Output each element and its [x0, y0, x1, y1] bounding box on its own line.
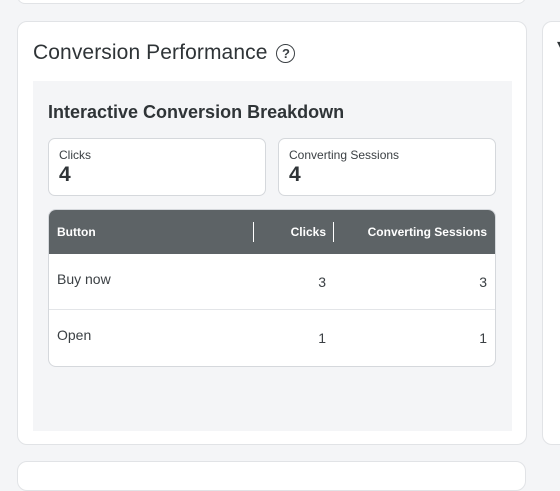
clicks-stat-card: Clicks 4	[48, 138, 266, 196]
row-button-cell: Open	[57, 327, 92, 343]
row-button-cell: Buy now	[57, 270, 111, 287]
row-clicks-cell: 1	[318, 330, 326, 346]
table-row: Open 1 1	[49, 310, 495, 366]
table-header: Button Clicks Converting Sessions	[49, 210, 495, 254]
converting-sessions-stat-card: Converting Sessions 4	[278, 138, 496, 196]
conversion-breakdown-panel: Interactive Conversion Breakdown Clicks …	[33, 81, 512, 431]
converting-sessions-stat-label: Converting Sessions	[289, 148, 400, 162]
conversion-table: Button Clicks Converting Sessions Buy no…	[48, 209, 496, 367]
previous-card	[17, 0, 526, 4]
converting-sessions-stat-value: 4	[289, 163, 301, 186]
row-sessions-cell: 1	[479, 330, 487, 346]
next-card	[17, 461, 526, 491]
column-header-button[interactable]: Button	[49, 210, 254, 254]
row-sessions-cell: 3	[479, 273, 487, 290]
adjacent-card: ▾	[542, 21, 560, 445]
table-row: Buy now 3 3	[49, 254, 495, 310]
help-icon[interactable]: ?	[276, 43, 296, 63]
clicks-stat-label: Clicks	[59, 148, 91, 162]
clicks-stat-value: 4	[59, 163, 71, 186]
row-clicks-cell: 3	[318, 273, 326, 290]
conversion-performance-card: Conversion Performance ? Interactive Con…	[17, 21, 527, 445]
column-header-clicks[interactable]: Clicks	[254, 210, 334, 254]
column-header-converting-sessions[interactable]: Converting Sessions	[334, 210, 495, 254]
card-title: Conversion Performance	[33, 41, 268, 64]
table-body: Buy now 3 3 Open 1 1	[49, 254, 495, 366]
card-header: Conversion Performance ?	[33, 41, 296, 65]
panel-title: Interactive Conversion Breakdown	[48, 102, 345, 122]
